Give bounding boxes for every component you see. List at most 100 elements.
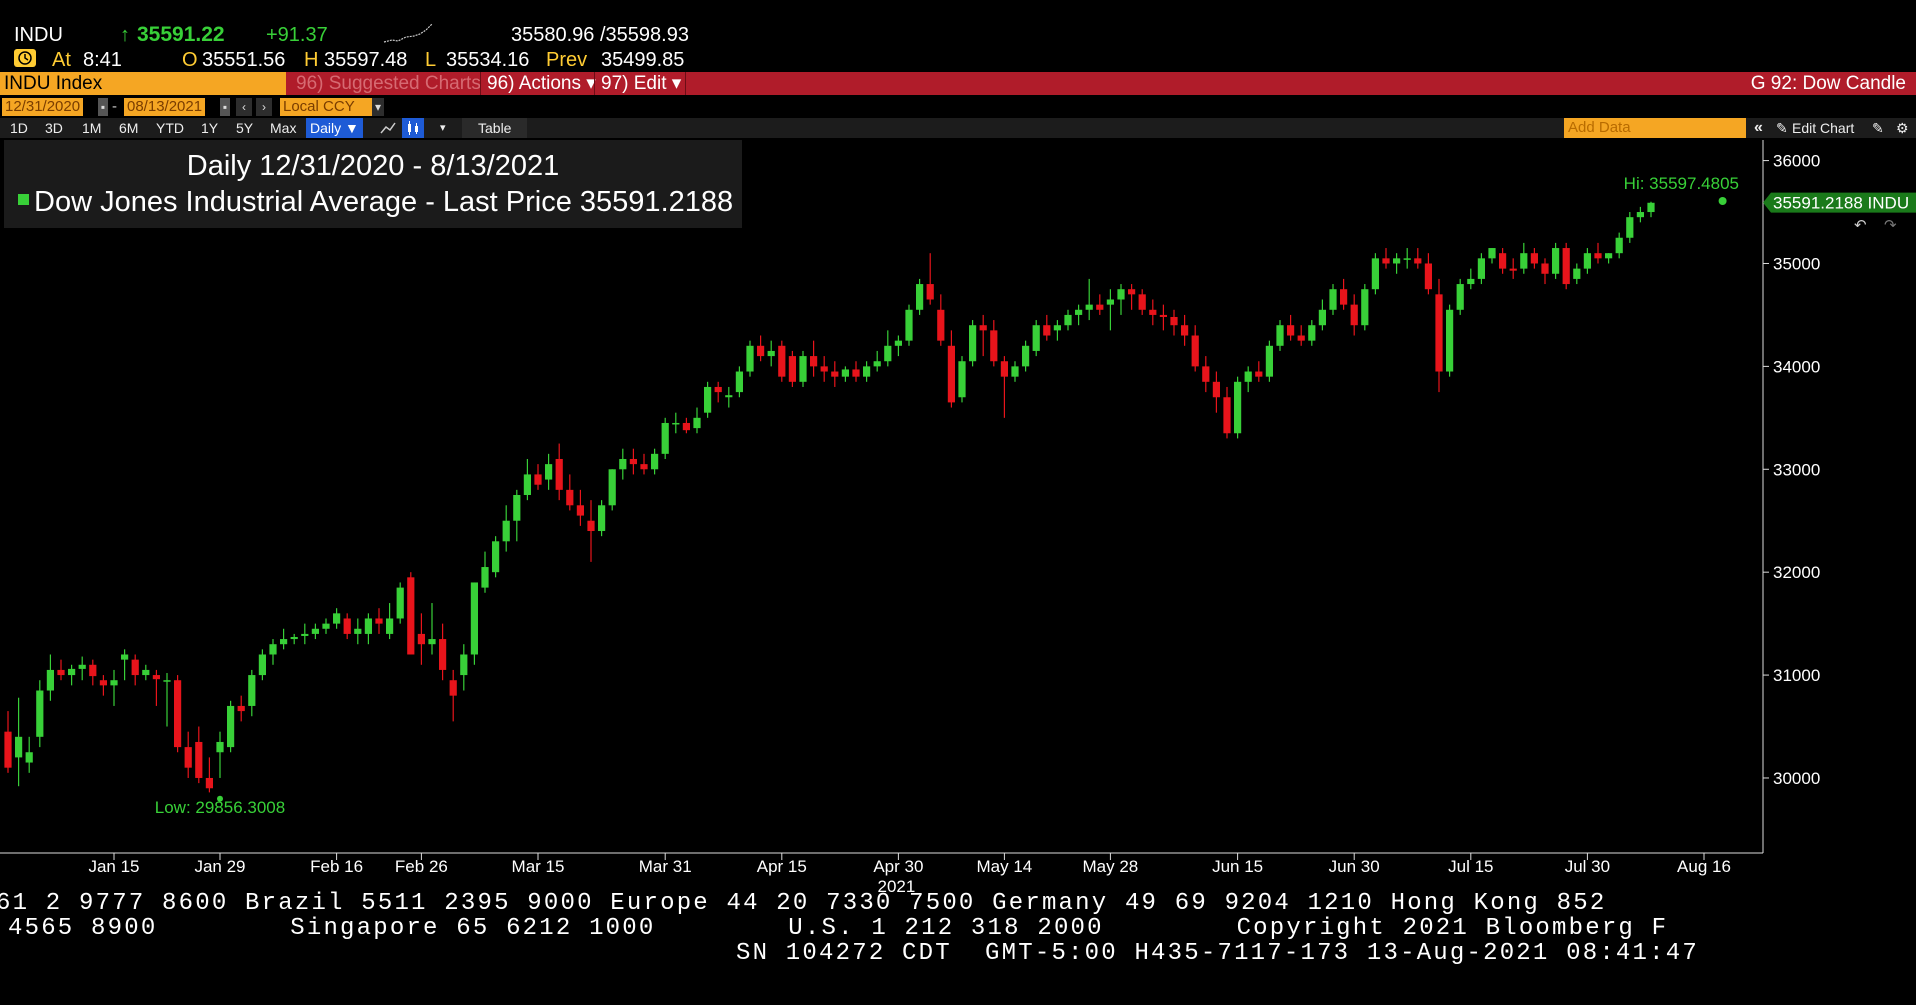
candle-body (99, 680, 107, 686)
candle (1053, 320, 1061, 341)
ticker-line-2: 4565 8900 Singapore 65 6212 1000 U.S. 1 … (8, 915, 1669, 942)
low-label: Low: 29856.3008 (155, 798, 285, 817)
candle (1011, 361, 1019, 382)
candle-body (1276, 325, 1284, 346)
candle-body (1064, 314, 1072, 326)
candle (608, 469, 616, 511)
candle-body (460, 654, 468, 676)
candle (1583, 248, 1591, 274)
candle (1265, 340, 1273, 382)
candle (598, 500, 606, 537)
x-tick-label: Mar 15 (512, 857, 565, 876)
candle-body (1467, 278, 1475, 285)
candle (873, 350, 881, 372)
candle-body (1636, 212, 1644, 218)
candle (672, 412, 680, 434)
candle (1106, 289, 1114, 331)
candle (555, 443, 563, 501)
x-tick-label: Aug 16 (1677, 857, 1731, 876)
y-tick-label: 30000 (1773, 769, 1820, 788)
candle-body (89, 664, 97, 677)
candle-body (1075, 309, 1083, 315)
candle (1255, 361, 1263, 382)
candle (1212, 371, 1220, 413)
candle (354, 618, 362, 645)
candle (1191, 325, 1199, 372)
candle (566, 474, 574, 511)
candle (863, 361, 871, 382)
candle-body (1615, 237, 1623, 254)
candle (1541, 258, 1549, 285)
candle (1393, 253, 1401, 274)
candle (545, 453, 553, 490)
candle (735, 366, 743, 398)
candle (1340, 278, 1348, 310)
candle (746, 340, 754, 377)
candle (1181, 314, 1189, 346)
candle (1435, 278, 1443, 393)
candle-body (810, 356, 818, 367)
candle (333, 608, 341, 629)
candle (68, 664, 76, 686)
candle-body (322, 623, 330, 629)
candle-body (598, 505, 606, 532)
candle-body (1647, 202, 1655, 213)
candle (89, 659, 97, 686)
candle-body (672, 422, 680, 425)
candle-body (1393, 258, 1401, 264)
candle-body (4, 731, 12, 768)
candle (1075, 304, 1083, 326)
candle (174, 675, 182, 753)
candle-body (1022, 345, 1030, 367)
candles-group (4, 201, 1655, 793)
candle (1117, 284, 1125, 315)
candle (1361, 284, 1369, 331)
candle-body (619, 458, 627, 470)
candle (195, 726, 203, 784)
candle (714, 381, 722, 403)
candle (311, 623, 319, 640)
candle-body (1594, 253, 1602, 259)
candle-body (492, 541, 500, 573)
candle (216, 731, 224, 778)
candle (1520, 242, 1528, 274)
candle (576, 489, 584, 526)
candle (1318, 299, 1326, 331)
candle-body (1181, 325, 1189, 336)
candle-body (439, 639, 447, 670)
candlestick-chart: Jan 15 Jan 29 Feb 16 Feb 26 Mar 15 Mar 31 Apr … (0, 140, 1916, 896)
candle-body (142, 669, 150, 676)
candle-body (248, 675, 256, 706)
candle (258, 649, 266, 681)
candle-body (364, 618, 372, 634)
high-marker (1718, 196, 1727, 205)
candle-body (841, 369, 849, 377)
candle-body (121, 654, 129, 660)
candle (449, 669, 457, 722)
candle (810, 340, 818, 377)
candle (979, 314, 987, 357)
candle-body (195, 741, 203, 778)
candle (78, 656, 86, 681)
candle (1022, 340, 1030, 372)
x-tick-label: May 14 (977, 857, 1033, 876)
y-tick-label: 36000 (1773, 152, 1820, 171)
candle-body (1329, 289, 1337, 310)
candle-body (1032, 325, 1040, 351)
candle (916, 278, 924, 315)
candle (767, 340, 775, 367)
candle-body (916, 284, 924, 310)
candle-body (131, 659, 139, 676)
candle (1032, 320, 1040, 357)
candle (343, 613, 351, 640)
candle-body (555, 458, 563, 490)
candle-body (1149, 309, 1157, 315)
y-tick-label: 34000 (1773, 357, 1820, 376)
candle-body (163, 680, 171, 682)
candle-body (78, 664, 86, 669)
candle-body (894, 340, 902, 346)
candle-body (1128, 289, 1136, 295)
candle (937, 294, 945, 346)
candle (407, 572, 415, 655)
candle (1477, 253, 1485, 285)
